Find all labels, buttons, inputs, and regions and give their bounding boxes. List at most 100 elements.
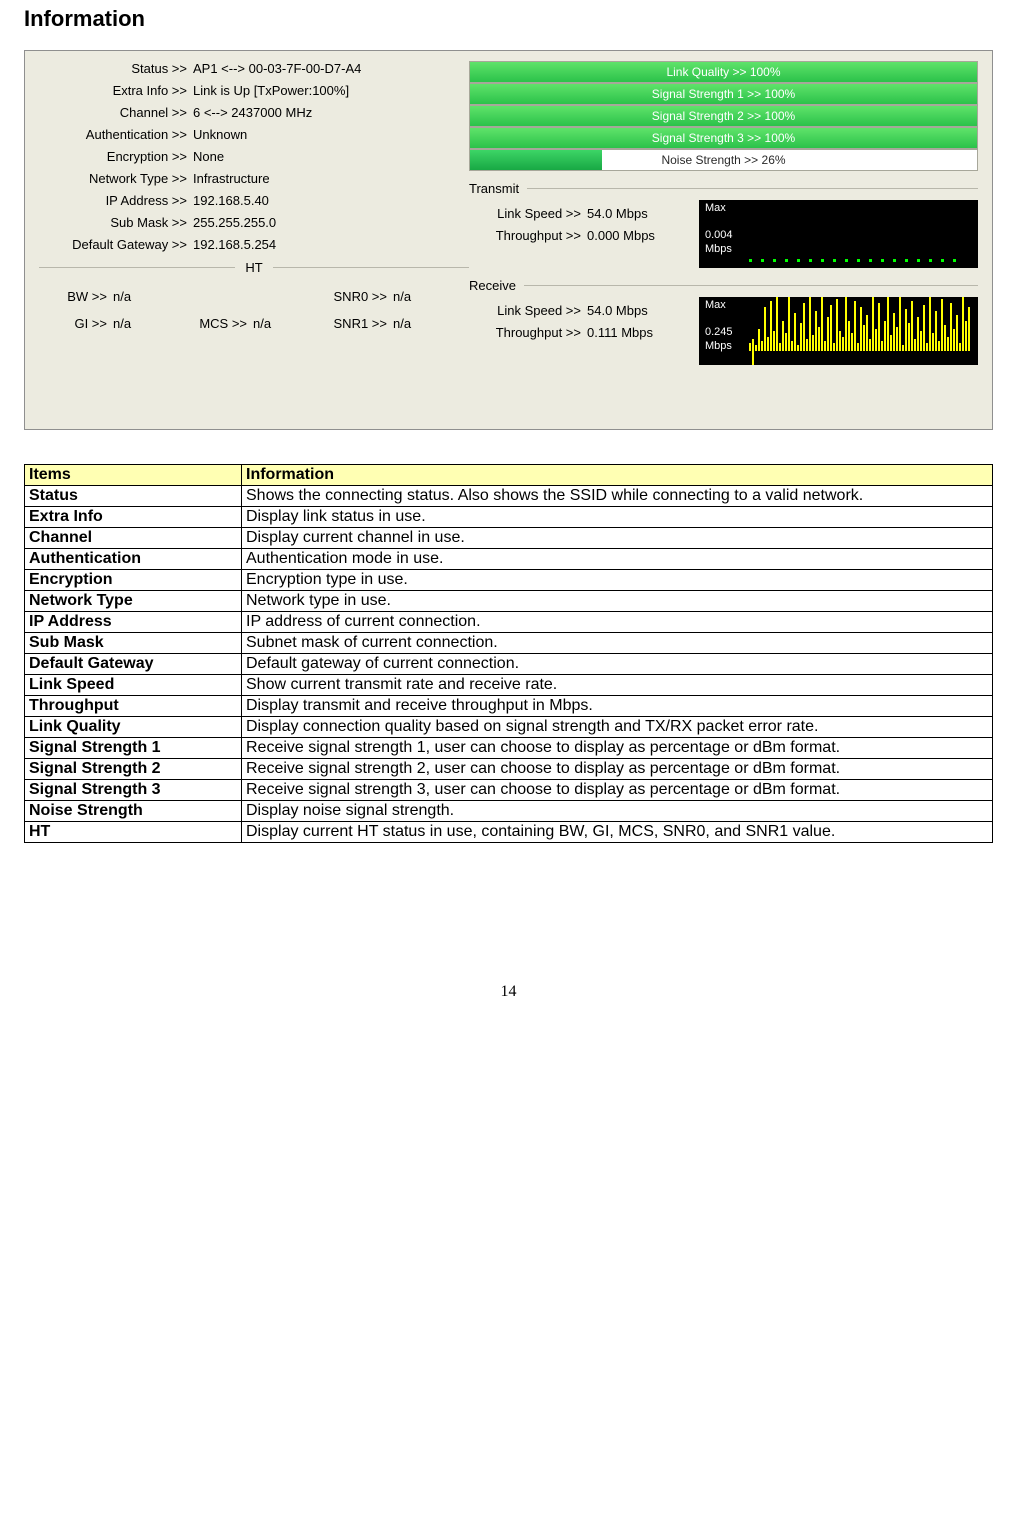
ht-cell: SNR1 >>n/a <box>319 316 459 331</box>
field-label: Channel >> <box>39 105 193 120</box>
receive-label: Receive <box>469 278 524 293</box>
table-row: AuthenticationAuthentication mode in use… <box>25 549 993 570</box>
rx-linkspeed-label: Link Speed >> <box>469 303 587 318</box>
page-number: 14 <box>24 983 993 1001</box>
strength-bar: Link Quality >> 100% <box>469 61 978 83</box>
table-row: HTDisplay current HT status in use, cont… <box>25 822 993 843</box>
table-item: Signal Strength 3 <box>25 780 242 801</box>
field-value: Unknown <box>193 127 469 142</box>
table-info: Display current HT status in use, contai… <box>242 822 993 843</box>
ht-label: SNR0 >> <box>319 289 393 304</box>
table-info: Display transmit and receive throughput … <box>242 696 993 717</box>
table-item: Extra Info <box>25 507 242 528</box>
ht-cell: MCS >>n/a <box>179 316 319 331</box>
field-value: None <box>193 149 469 164</box>
table-item: Sub Mask <box>25 633 242 654</box>
table-item: Signal Strength 2 <box>25 759 242 780</box>
ht-value: n/a <box>113 316 131 331</box>
table-row: ThroughputDisplay transmit and receive t… <box>25 696 993 717</box>
table-row: Noise StrengthDisplay noise signal stren… <box>25 801 993 822</box>
bar-text: Signal Strength 3 >> 100% <box>470 128 977 148</box>
table-row: IP AddressIP address of current connecti… <box>25 612 993 633</box>
table-head-info: Information <box>242 465 993 486</box>
table-info: Default gateway of current connection. <box>242 654 993 675</box>
table-item: Throughput <box>25 696 242 717</box>
table-info: Subnet mask of current connection. <box>242 633 993 654</box>
ht-separator: HT <box>39 260 469 275</box>
ht-label: BW >> <box>39 289 113 304</box>
strength-bar: Signal Strength 2 >> 100% <box>469 105 978 127</box>
field-label: IP Address >> <box>39 193 193 208</box>
ht-cell: SNR0 >>n/a <box>319 289 459 304</box>
transmit-group: Transmit <box>469 181 978 196</box>
left-pane: Status >>AP1 <--> 00-03-7F-00-D7-A4Extra… <box>39 61 469 419</box>
tx-graph-dots <box>749 250 972 264</box>
table-item: Network Type <box>25 591 242 612</box>
table-row: StatusShows the connecting status. Also … <box>25 486 993 507</box>
field-label: Status >> <box>39 61 193 76</box>
bar-text: Signal Strength 1 >> 100% <box>470 84 977 104</box>
table-row: Network TypeNetwork type in use. <box>25 591 993 612</box>
table-row: EncryptionEncryption type in use. <box>25 570 993 591</box>
table-item: IP Address <box>25 612 242 633</box>
tx-linkspeed-label: Link Speed >> <box>469 206 587 221</box>
strength-bar: Signal Strength 3 >> 100% <box>469 127 978 149</box>
table-row: Extra InfoDisplay link status in use. <box>25 507 993 528</box>
table-item: Link Speed <box>25 675 242 696</box>
field-value: Infrastructure <box>193 171 469 186</box>
tx-throughput-value: 0.000 Mbps <box>587 228 655 243</box>
field-value: Link is Up [TxPower:100%] <box>193 83 469 98</box>
bar-text: Noise Strength >> 26% <box>470 150 977 170</box>
field-label: Default Gateway >> <box>39 237 193 252</box>
table-item: Noise Strength <box>25 801 242 822</box>
field-label: Sub Mask >> <box>39 215 193 230</box>
ht-label: MCS >> <box>179 316 253 331</box>
status-panel: Status >>AP1 <--> 00-03-7F-00-D7-A4Extra… <box>24 50 993 430</box>
strength-bar: Signal Strength 1 >> 100% <box>469 83 978 105</box>
tx-graph: Max 0.004 Mbps <box>699 200 978 268</box>
table-info: IP address of current connection. <box>242 612 993 633</box>
field-value: 192.168.5.40 <box>193 193 469 208</box>
rx-throughput-value: 0.111 Mbps <box>587 325 653 340</box>
table-item: Link Quality <box>25 717 242 738</box>
field-label: Encryption >> <box>39 149 193 164</box>
info-table: Items Information StatusShows the connec… <box>24 464 993 843</box>
table-item: Encryption <box>25 570 242 591</box>
bar-text: Signal Strength 2 >> 100% <box>470 106 977 126</box>
ht-value: n/a <box>253 316 271 331</box>
status-field: IP Address >>192.168.5.40 <box>39 193 469 208</box>
status-field: Encryption >>None <box>39 149 469 164</box>
status-field: Sub Mask >>255.255.255.0 <box>39 215 469 230</box>
field-label: Extra Info >> <box>39 83 193 98</box>
table-row: Signal Strength 1Receive signal strength… <box>25 738 993 759</box>
table-item: HT <box>25 822 242 843</box>
ht-value: n/a <box>393 289 411 304</box>
table-info: Display noise signal strength. <box>242 801 993 822</box>
rx-throughput-label: Throughput >> <box>469 325 587 340</box>
ht-cell: BW >>n/a <box>39 289 179 304</box>
table-item: Signal Strength 1 <box>25 738 242 759</box>
table-row: Signal Strength 2Receive signal strength… <box>25 759 993 780</box>
table-info: Show current transmit rate and receive r… <box>242 675 993 696</box>
table-row: Sub MaskSubnet mask of current connectio… <box>25 633 993 654</box>
table-info: Display connection quality based on sign… <box>242 717 993 738</box>
table-row: ChannelDisplay current channel in use. <box>25 528 993 549</box>
status-field: Status >>AP1 <--> 00-03-7F-00-D7-A4 <box>39 61 469 76</box>
transmit-label: Transmit <box>469 181 527 196</box>
table-row: Signal Strength 3Receive signal strength… <box>25 780 993 801</box>
ht-cell: GI >>n/a <box>39 316 179 331</box>
bar-text: Link Quality >> 100% <box>470 62 977 82</box>
tx-graph-title: Max <box>705 202 726 214</box>
ht-label: HT <box>235 260 272 275</box>
right-pane: Link Quality >> 100%Signal Strength 1 >>… <box>469 61 978 419</box>
rx-graph: Max 0.245 Mbps <box>699 297 978 365</box>
status-field: Extra Info >>Link is Up [TxPower:100%] <box>39 83 469 98</box>
status-field: Network Type >>Infrastructure <box>39 171 469 186</box>
table-item: Authentication <box>25 549 242 570</box>
ht-label: SNR1 >> <box>319 316 393 331</box>
table-row: Link QualityDisplay connection quality b… <box>25 717 993 738</box>
table-info: Shows the connecting status. Also shows … <box>242 486 993 507</box>
rx-graph-value: 0.245 Mbps <box>705 325 733 353</box>
status-field: Authentication >>Unknown <box>39 127 469 142</box>
field-value: AP1 <--> 00-03-7F-00-D7-A4 <box>193 61 469 76</box>
